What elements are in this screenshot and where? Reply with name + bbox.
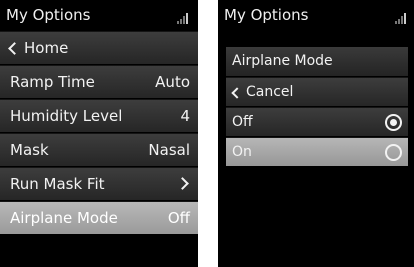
screen-title: My Options: [224, 6, 309, 24]
menu-item-label: Home: [24, 39, 69, 57]
chevron-left-icon: [8, 42, 21, 55]
radio-unchecked-icon: [385, 144, 402, 161]
chevron-left-icon: [231, 87, 243, 99]
menu-item-value: 4: [180, 107, 190, 125]
cancel-button[interactable]: Cancel: [226, 77, 408, 106]
option-label: On: [232, 144, 252, 160]
airplane-mode-screen: My Options Airplane Mode Cancel Off On: [218, 0, 414, 267]
options-screen-main: My Options Home Ramp Time Auto Humidity …: [0, 0, 198, 267]
menu-item-value: Auto: [155, 73, 190, 91]
menu-item-run-mask-fit[interactable]: Run Mask Fit: [0, 167, 198, 200]
title-bar: My Options: [218, 0, 414, 30]
setting-header-label: Airplane Mode: [232, 53, 333, 69]
cancel-label: Cancel: [246, 84, 294, 100]
title-bar: My Options: [0, 0, 198, 30]
menu-item-ramp-time[interactable]: Ramp Time Auto: [0, 65, 198, 98]
signal-strength-icon: [395, 11, 409, 24]
menu-item-label: Run Mask Fit: [10, 175, 105, 193]
menu-item-value: Nasal: [148, 141, 190, 159]
chevron-right-icon: [176, 177, 189, 190]
menu-item-label: Mask: [10, 141, 49, 159]
menu-item-humidity-level[interactable]: Humidity Level 4: [0, 99, 198, 132]
menu-item-label: Airplane Mode: [10, 209, 118, 227]
option-on[interactable]: On: [226, 137, 408, 166]
menu-item-mask[interactable]: Mask Nasal: [0, 133, 198, 166]
setting-header: Airplane Mode: [226, 47, 408, 76]
menu-item-label: Humidity Level: [10, 107, 123, 125]
menu-item-label: Ramp Time: [10, 73, 95, 91]
menu-item-airplane-mode[interactable]: Airplane Mode Off: [0, 201, 198, 234]
option-label: Off: [232, 114, 253, 130]
screen-title: My Options: [6, 6, 91, 24]
option-off[interactable]: Off: [226, 107, 408, 136]
signal-strength-icon: [177, 11, 191, 24]
menu-item-value: Off: [167, 209, 190, 227]
radio-checked-icon: [385, 114, 402, 131]
menu-item-home[interactable]: Home: [0, 31, 198, 64]
